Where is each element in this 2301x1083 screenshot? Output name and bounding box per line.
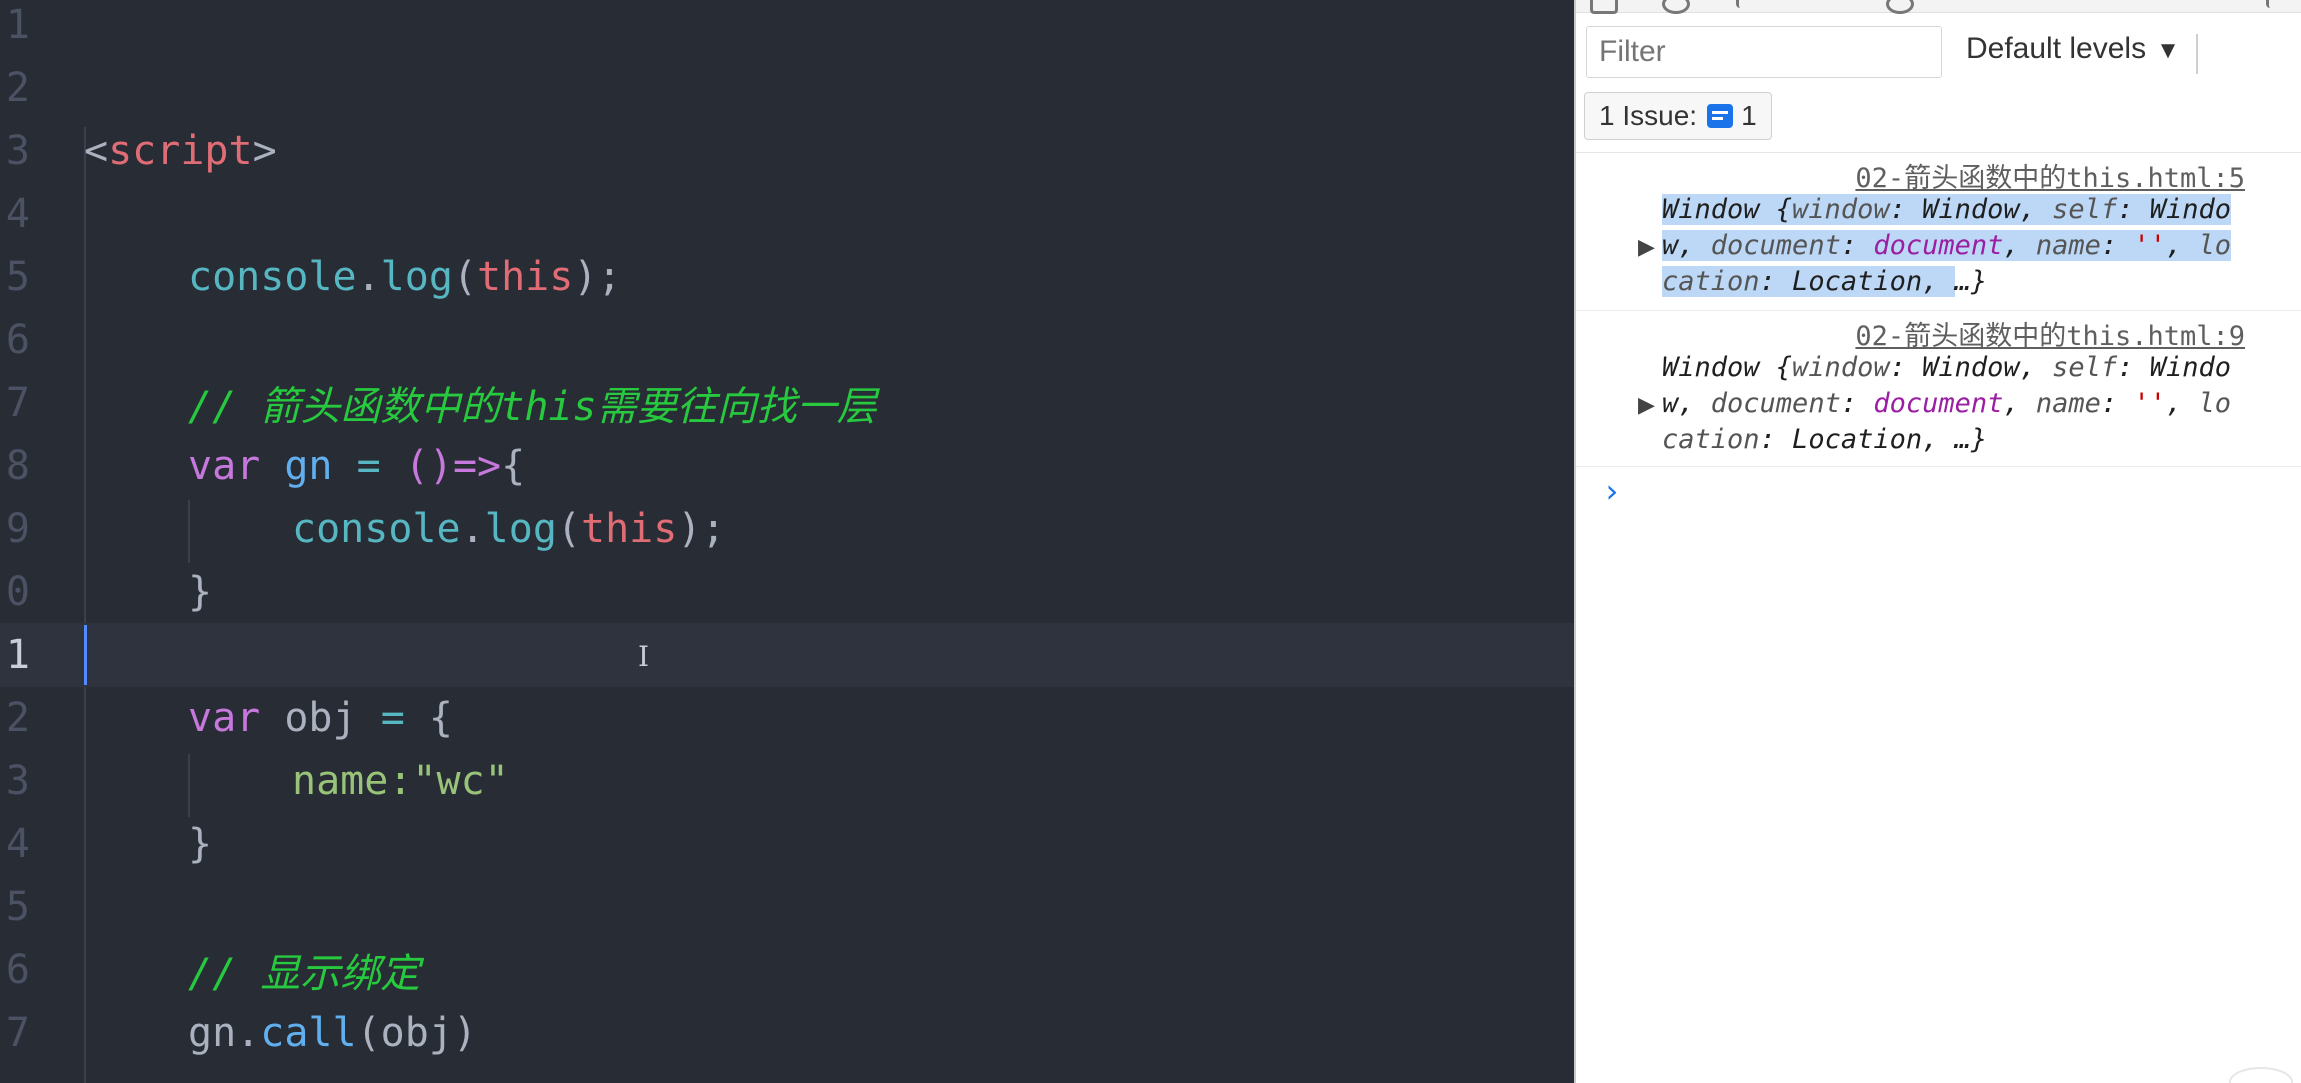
ibeam-cursor-icon: I (638, 640, 650, 673)
code-line: 9 console.log(this); (0, 497, 1574, 561)
issues-button[interactable]: 1 Issue: 1 (1584, 92, 1772, 140)
code-line: 2 (0, 56, 1574, 120)
line-number: 7 (5, 379, 30, 426)
issues-count: 1 (1741, 100, 1757, 131)
chevron-down-icon: ▼ (2156, 37, 2180, 64)
code-comment: // 显示绑定 (188, 950, 421, 997)
code-text: name:"wc" (292, 757, 509, 804)
code-line: 7 // 箭头函数中的this需要往向找一层 (0, 371, 1574, 435)
code-line: 2 var obj = { (0, 686, 1574, 750)
sidebar-toggle-icon[interactable] (1590, 0, 1618, 14)
line-number: 6 (5, 946, 30, 993)
code-line: 5 (0, 875, 1574, 939)
code-line: 4 } (0, 812, 1574, 876)
line-number: 3 (5, 127, 30, 174)
code-text: var gn = ()=>{ (188, 442, 526, 489)
corner-decoration (2229, 1067, 2293, 1083)
code-text: gn.call(obj) (188, 1009, 478, 1056)
line-number: 7 (5, 1009, 30, 1056)
line-number: 5 (5, 253, 30, 300)
code-line: 3 <script> (0, 119, 1574, 183)
expand-triangle-icon[interactable]: ▶ (1638, 234, 1655, 260)
issues-bar: 1 Issue: 1 (1576, 90, 2301, 153)
log-source-link[interactable]: 02-箭头函数中的this.html:9 (1855, 314, 2245, 353)
devtools-console-panel: Default levels ▼ 1 Issue: 1 02-箭头函数中的this… (1574, 0, 2301, 1083)
line-number: 1 (5, 631, 30, 678)
log-object-preview[interactable]: Window {window: Window, self: Window, do… (1662, 192, 2242, 300)
log-levels-label: Default levels (1966, 32, 2147, 65)
line-number: 3 (5, 757, 30, 804)
log-levels-dropdown[interactable]: Default levels ▼ (1966, 32, 2180, 66)
code-line: 6 // 显示绑定 (0, 938, 1574, 1002)
issue-message-icon (1707, 104, 1734, 128)
line-number: 2 (5, 64, 30, 111)
line-number: 9 (5, 505, 30, 552)
console-log-entry: 02-箭头函数中的this.html:9 ▶ Window {window: W… (1576, 310, 2301, 467)
line-number: 5 (5, 883, 30, 930)
code-line: 6 (0, 308, 1574, 372)
code-line: 7 gn.call(obj) (0, 1001, 1574, 1065)
log-source-link[interactable]: 02-箭头函数中的this.html:5 (1855, 156, 2245, 195)
code-editor[interactable]: 1 2 3 <script> 4 5 console.log(this); 6 … (0, 0, 1574, 1083)
text-cursor (84, 625, 87, 685)
filter-input[interactable] (1586, 26, 1942, 78)
line-number: 2 (5, 694, 30, 741)
code-text: var obj = { (188, 694, 453, 741)
line-number: 4 (5, 190, 30, 237)
code-line: 4 (0, 182, 1574, 246)
line-number: 0 (5, 568, 30, 615)
console-prompt-icon[interactable]: › (1602, 472, 1621, 510)
code-line-current[interactable]: 1 (0, 623, 1574, 687)
clear-console-icon[interactable] (1662, 0, 1690, 14)
code-text: } (188, 568, 213, 615)
console-filter-bar: Default levels ▼ (1576, 18, 2301, 90)
devtools-toolbar (1576, 0, 2301, 14)
line-number: 1 (5, 1, 30, 48)
expand-triangle-icon[interactable]: ▶ (1638, 392, 1655, 418)
code-text: <script> (84, 127, 277, 174)
log-object-preview[interactable]: Window {window: Window, self: Window, do… (1662, 350, 2242, 458)
code-line: 5 console.log(this); (0, 245, 1574, 309)
context-selector-icon[interactable] (1736, 0, 1761, 8)
toolbar-divider (2196, 34, 2198, 74)
eye-icon[interactable] (1886, 0, 1914, 14)
code-line: 8 var gn = ()=>{ (0, 434, 1574, 498)
line-number: 8 (5, 442, 30, 489)
code-text: console.log(this); (292, 505, 726, 552)
code-text: } (188, 820, 213, 867)
code-line: 3 name:"wc" (0, 749, 1574, 813)
code-line: 0 } (0, 560, 1574, 624)
console-log-entry: 02-箭头函数中的this.html:5 ▶ Window {window: W… (1576, 152, 2301, 311)
issues-label: 1 Issue: (1599, 100, 1698, 131)
line-number: 4 (5, 820, 30, 867)
code-line: 1 (0, 0, 1574, 57)
settings-icon[interactable] (2266, 0, 2291, 8)
code-text: console.log(this); (188, 253, 622, 300)
line-number: 6 (5, 316, 30, 363)
code-comment: // 箭头函数中的this需要往向找一层 (188, 383, 877, 430)
